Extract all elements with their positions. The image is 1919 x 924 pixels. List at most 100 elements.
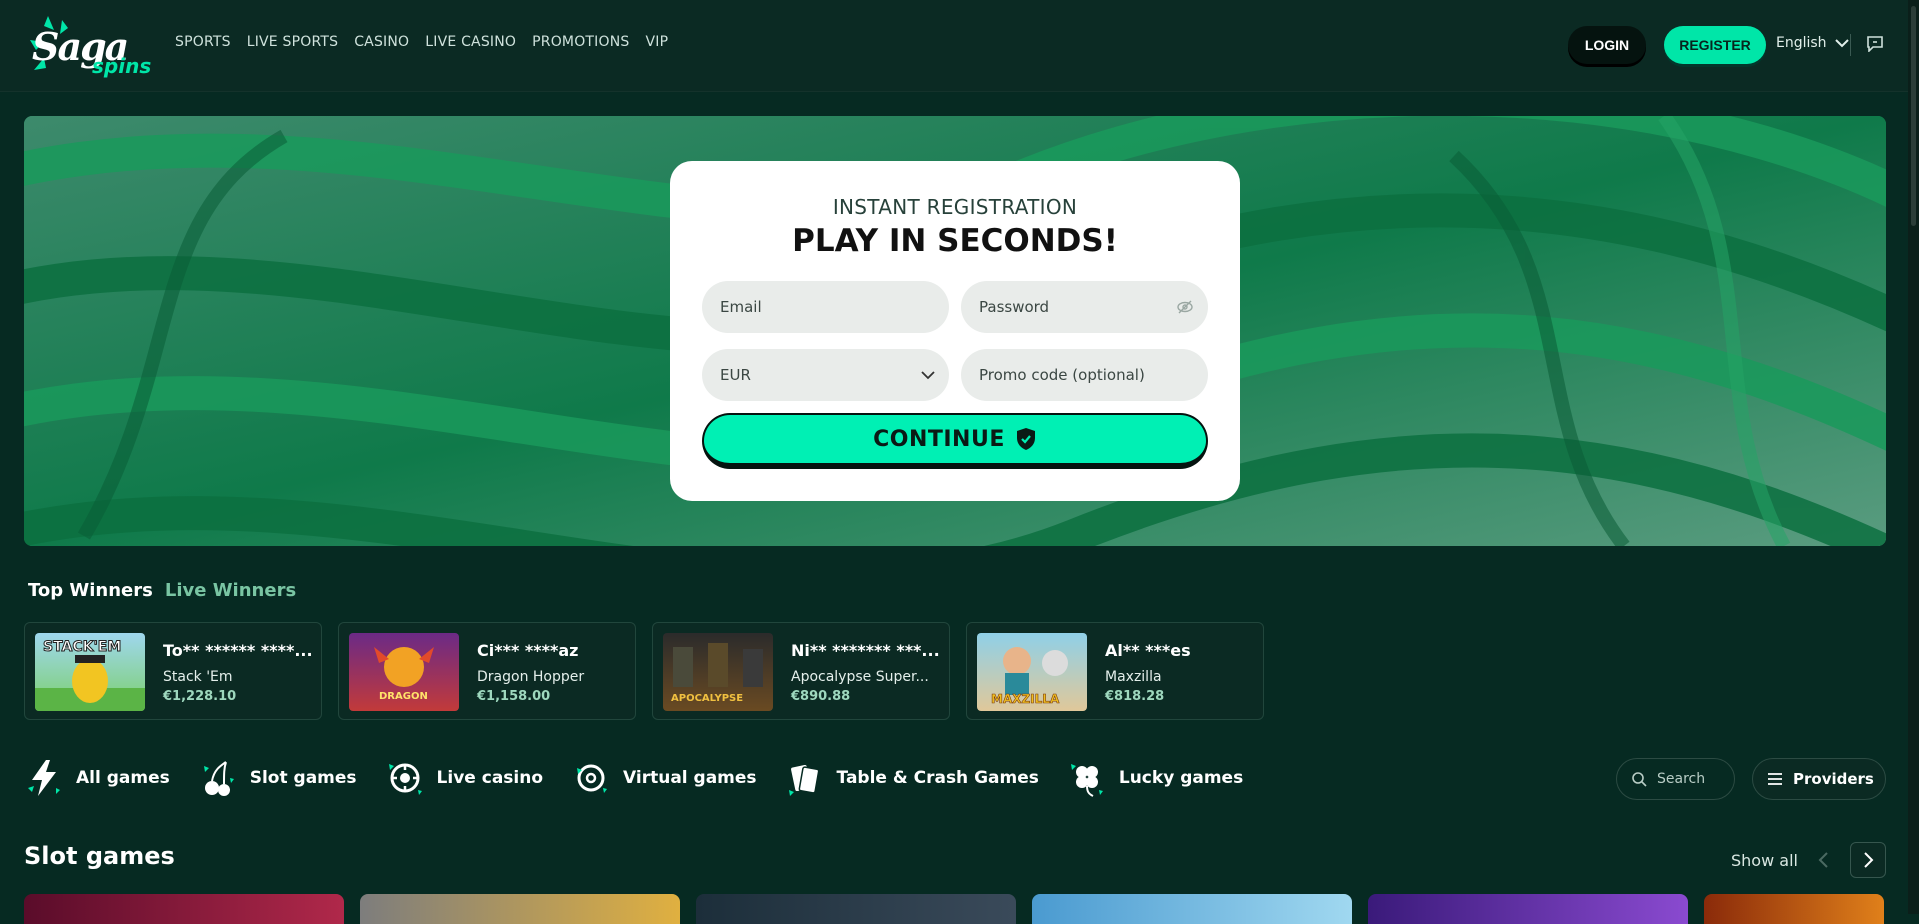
category-virtual-games[interactable]: Virtual games bbox=[573, 758, 757, 798]
shield-check-icon bbox=[1016, 428, 1035, 450]
tab-top-winners[interactable]: Top Winners bbox=[28, 580, 153, 601]
promo-code-field[interactable]: Promo code (optional) bbox=[961, 349, 1208, 401]
category-lucky-games[interactable]: Lucky games bbox=[1069, 758, 1243, 798]
tab-live-winners[interactable]: Live Winners bbox=[165, 580, 296, 601]
winner-game: Apocalypse Super... bbox=[791, 669, 929, 685]
registration-card: INSTANT REGISTRATION PLAY IN SECONDS! Em… bbox=[670, 161, 1240, 501]
providers-label: Providers bbox=[1793, 770, 1874, 788]
nav-sports[interactable]: SPORTS bbox=[175, 34, 231, 50]
winner-username: Ci*** ****az bbox=[477, 641, 579, 660]
carousel-prev-button[interactable] bbox=[1806, 842, 1842, 878]
thumb-label: STACK'EM bbox=[43, 639, 121, 655]
main-nav: SPORTS LIVE SPORTS CASINO LIVE CASINO PR… bbox=[175, 34, 668, 50]
game-categories: All games Slot games Live casino Virtual… bbox=[26, 758, 1243, 798]
continue-button[interactable]: CONTINUE bbox=[702, 413, 1208, 469]
winner-amount: €1,228.10 bbox=[163, 689, 237, 704]
apocalypse-art: APOCALYPSE bbox=[671, 643, 763, 704]
winner-game: Stack 'Em bbox=[163, 669, 233, 685]
winner-card[interactable]: APOCALYPSE Ni** ******* ***... Apocalyps… bbox=[652, 622, 950, 720]
hero-banner: INSTANT REGISTRATION PLAY IN SECONDS! Em… bbox=[24, 116, 1886, 546]
category-slot-games[interactable]: Slot games bbox=[200, 758, 357, 798]
cherry-icon bbox=[203, 761, 234, 796]
email-placeholder: Email bbox=[720, 298, 762, 316]
category-label: Virtual games bbox=[623, 768, 757, 788]
slot-games-row bbox=[24, 894, 1884, 924]
stack-em-art: STACK'EM bbox=[35, 639, 145, 711]
slot-games-heading: Slot games bbox=[24, 842, 175, 870]
registration-title: PLAY IN SECONDS! bbox=[792, 223, 1118, 259]
game-tile[interactable] bbox=[1032, 894, 1352, 924]
search-input[interactable]: Search bbox=[1616, 758, 1735, 800]
game-thumbnail[interactable]: DRAGON bbox=[349, 633, 459, 711]
winner-username: To** ****** ****... bbox=[163, 641, 313, 660]
search-placeholder: Search bbox=[1657, 771, 1706, 787]
cards-icon bbox=[788, 764, 819, 796]
nav-live-sports[interactable]: LIVE SPORTS bbox=[247, 34, 339, 50]
winner-card[interactable]: STACK'EM To** ****** ****... Stack 'Em €… bbox=[24, 622, 322, 720]
winner-amount: €890.88 bbox=[791, 689, 851, 704]
virtual-chip-icon bbox=[577, 764, 608, 793]
chat-icon[interactable] bbox=[1866, 36, 1884, 52]
nav-promotions[interactable]: PROMOTIONS bbox=[532, 34, 629, 50]
winner-username: Ni** ******* ***... bbox=[791, 641, 940, 660]
promo-placeholder: Promo code (optional) bbox=[979, 366, 1145, 384]
login-button[interactable]: LOGIN bbox=[1568, 26, 1646, 64]
chevron-down-icon bbox=[1834, 39, 1849, 48]
game-tile[interactable] bbox=[360, 894, 680, 924]
game-tile[interactable] bbox=[24, 894, 344, 924]
nav-casino[interactable]: CASINO bbox=[354, 34, 409, 50]
winner-amount: €1,158.00 bbox=[477, 689, 551, 704]
registration-eyebrow: INSTANT REGISTRATION bbox=[832, 195, 1078, 219]
nav-live-casino[interactable]: LIVE CASINO bbox=[425, 34, 516, 50]
password-field[interactable]: Password bbox=[961, 281, 1208, 333]
carousel-next-button[interactable] bbox=[1850, 842, 1886, 878]
clover-icon bbox=[1070, 764, 1103, 797]
chevron-down-icon bbox=[921, 371, 935, 380]
winner-amount: €818.28 bbox=[1105, 689, 1165, 704]
eye-hidden-icon[interactable] bbox=[1176, 298, 1194, 316]
language-label: English bbox=[1776, 35, 1827, 51]
currency-value: EUR bbox=[720, 366, 751, 384]
game-tile[interactable] bbox=[1704, 894, 1884, 924]
category-live-casino[interactable]: Live casino bbox=[387, 758, 543, 798]
category-label: Lucky games bbox=[1118, 768, 1244, 788]
category-label: All games bbox=[76, 768, 170, 788]
winners-list: STACK'EM To** ****** ****... Stack 'Em €… bbox=[24, 622, 1264, 720]
thumb-label: MAXZILLA bbox=[991, 692, 1060, 706]
password-placeholder: Password bbox=[979, 298, 1050, 316]
show-all-link[interactable]: Show all bbox=[1731, 851, 1798, 870]
language-selector[interactable]: English bbox=[1776, 35, 1849, 51]
game-tile[interactable] bbox=[1368, 894, 1688, 924]
dragon-hopper-art: DRAGON bbox=[374, 647, 434, 702]
chevron-right-icon bbox=[1864, 852, 1874, 868]
winner-card[interactable]: MAXZILLA Al** ***es Maxzilla €818.28 bbox=[966, 622, 1264, 720]
nav-vip[interactable]: VIP bbox=[646, 34, 669, 50]
category-label: Live casino bbox=[436, 768, 544, 788]
winner-game: Dragon Hopper bbox=[477, 669, 585, 685]
email-field[interactable]: Email bbox=[702, 281, 949, 333]
winner-game: Maxzilla bbox=[1105, 669, 1162, 685]
chevron-left-icon bbox=[1818, 852, 1828, 868]
winner-card[interactable]: DRAGON Ci*** ****az Dragon Hopper €1,158… bbox=[338, 622, 636, 720]
saga-spins-logo[interactable]: Saga spins bbox=[26, 12, 152, 82]
category-label: Slot games bbox=[249, 768, 357, 788]
providers-button[interactable]: Providers bbox=[1752, 758, 1886, 800]
category-label: Table & Crash Games bbox=[836, 768, 1039, 788]
register-button[interactable]: REGISTER bbox=[1664, 26, 1766, 64]
header-divider bbox=[1850, 34, 1851, 56]
game-thumbnail[interactable]: STACK'EM bbox=[35, 633, 145, 711]
game-thumbnail[interactable]: APOCALYPSE bbox=[663, 633, 773, 711]
logo-subtext: spins bbox=[92, 54, 152, 78]
thumb-label: DRAGON bbox=[379, 691, 428, 702]
search-icon bbox=[1632, 772, 1647, 787]
maxzilla-art: MAXZILLA bbox=[991, 647, 1068, 706]
site-header: Saga spins SPORTS LIVE SPORTS CASINO LIV… bbox=[0, 0, 1919, 92]
currency-select[interactable]: EUR bbox=[702, 349, 949, 401]
category-table-crash-games[interactable]: Table & Crash Games bbox=[787, 758, 1039, 798]
category-all-games[interactable]: All games bbox=[26, 758, 170, 798]
winner-username: Al** ***es bbox=[1105, 641, 1191, 660]
game-thumbnail[interactable]: MAXZILLA bbox=[977, 633, 1087, 711]
game-tile[interactable] bbox=[696, 894, 1016, 924]
thumb-label: APOCALYPSE bbox=[671, 693, 743, 704]
page-scrollbar[interactable] bbox=[1908, 0, 1919, 914]
